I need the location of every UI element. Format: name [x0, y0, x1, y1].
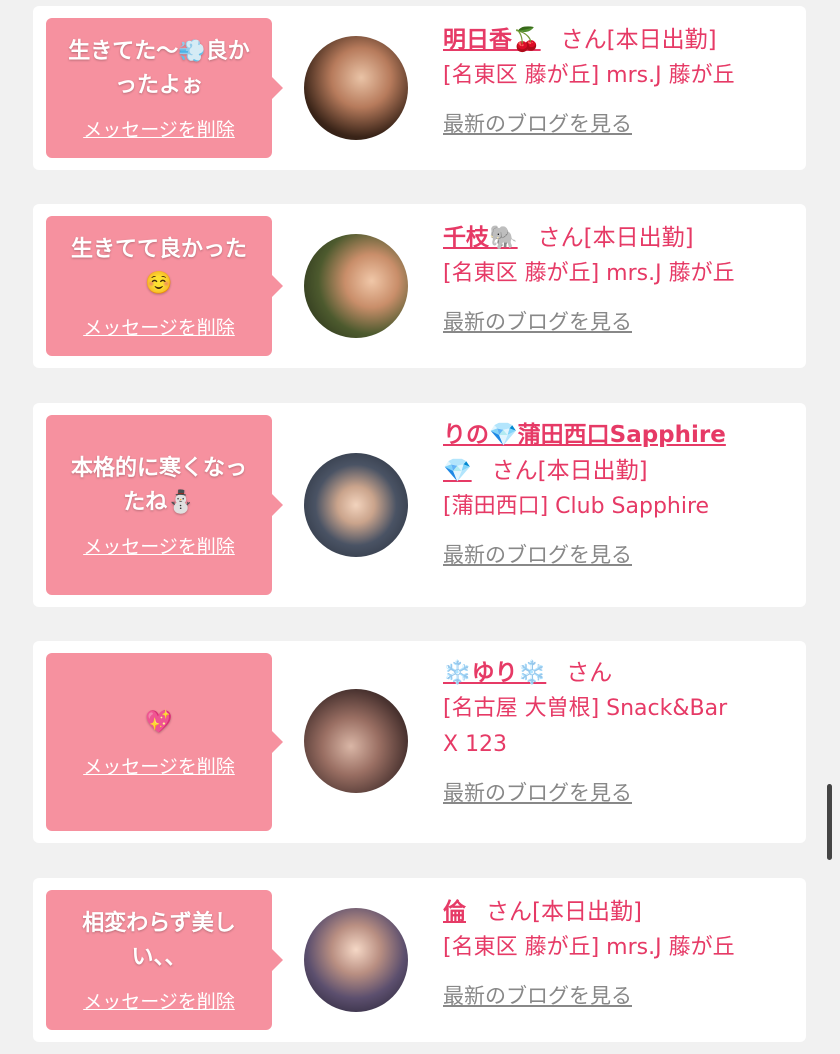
san-suffix: さん: [537, 225, 584, 251]
san-suffix: さん: [560, 27, 607, 53]
san-suffix: さん: [566, 660, 613, 686]
cast-name-link[interactable]: 千枝🐘: [443, 225, 518, 251]
scrollbar[interactable]: [827, 784, 832, 860]
shop-text: [名東区 藤が丘] mrs.J 藤が丘: [443, 935, 735, 960]
message-bubble: 生きてた〜💨良か ったよぉ メッセージを削除: [46, 18, 283, 158]
cast-info: ❄️ゆり❄️ さん [名古屋 大曽根] Snack&Bar X 123 最新のブロ…: [443, 655, 793, 807]
avatar[interactable]: [304, 453, 408, 557]
message-card: 相変わらず美し い、、 メッセージを削除 倫さん[本日出勤] [名東区 藤が丘]…: [33, 878, 806, 1042]
message-text: 💖: [145, 709, 173, 735]
delete-message-link[interactable]: メッセージを削除: [83, 532, 235, 559]
san-suffix: さん: [491, 458, 538, 484]
latest-blog-link[interactable]: 最新のブログを見る: [443, 777, 632, 807]
latest-blog-link[interactable]: 最新のブログを見る: [443, 980, 632, 1010]
message-bubble: 相変わらず美し い、、 メッセージを削除: [46, 890, 283, 1030]
cast-name-link[interactable]: 倫: [443, 899, 466, 925]
message-text: 本格的に寒くなっ たね⛄: [70, 455, 247, 515]
delete-message-link[interactable]: メッセージを削除: [83, 987, 235, 1014]
status-text: [本日出勤]: [532, 899, 642, 925]
message-bubble: 💖 メッセージを削除: [46, 653, 283, 831]
shop-text: [蒲田西口] Club Sapphire: [443, 494, 710, 519]
latest-blog-link[interactable]: 最新のブログを見る: [443, 539, 632, 569]
delete-message-link[interactable]: メッセージを削除: [83, 115, 235, 142]
avatar[interactable]: [304, 908, 408, 1012]
status-text: [本日出勤]: [583, 225, 694, 251]
san-suffix: さん: [486, 899, 532, 925]
shop-text-cont: X 123: [443, 732, 508, 757]
cast-info: りの💎蒲田西口Sapphire 💎 さん[本日出勤] [蒲田西口] Club Sa…: [443, 417, 793, 569]
latest-blog-link[interactable]: 最新のブログを見る: [443, 306, 632, 336]
message-text: 生きてた〜💨良か ったよぉ: [68, 38, 250, 98]
message-card: 💖 メッセージを削除 ❄️ゆり❄️ さん [名古屋 大曽根] Snack&Bar …: [33, 641, 806, 843]
cast-name-link[interactable]: 明日香🍒: [443, 27, 541, 53]
message-bubble: 本格的に寒くなっ たね⛄ メッセージを削除: [46, 415, 283, 595]
message-card: 生きてた〜💨良か ったよぉ メッセージを削除 明日香🍒 さん[本日出勤] [名東区…: [33, 6, 806, 170]
message-bubble: 生きてて良かった ☺️ メッセージを削除: [46, 216, 283, 356]
shop-text: [名東区 藤が丘] mrs.J 藤が丘: [443, 261, 735, 286]
avatar[interactable]: [304, 689, 408, 793]
shop-text: [名東区 藤が丘] mrs.J 藤が丘: [443, 63, 735, 88]
cast-name-link-cont[interactable]: 💎: [443, 458, 472, 484]
latest-blog-link[interactable]: 最新のブログを見る: [443, 108, 632, 138]
status-text: [本日出勤]: [606, 27, 717, 53]
cast-name-link[interactable]: りの💎蒲田西口Sapphire: [443, 422, 726, 448]
shop-text: [名古屋 大曽根] Snack&Bar: [443, 696, 728, 721]
avatar[interactable]: [304, 234, 408, 338]
cast-name-link[interactable]: ❄️ゆり❄️: [443, 660, 546, 686]
status-text: [本日出勤]: [537, 458, 648, 484]
message-text: 相変わらず美し い、、: [82, 910, 236, 970]
cast-info: 明日香🍒 さん[本日出勤] [名東区 藤が丘] mrs.J 藤が丘 最新のブログを…: [443, 22, 793, 138]
delete-message-link[interactable]: メッセージを削除: [83, 752, 235, 779]
cast-info: 千枝🐘 さん[本日出勤] [名東区 藤が丘] mrs.J 藤が丘 最新のブログを見…: [443, 220, 793, 336]
message-card: 本格的に寒くなっ たね⛄ メッセージを削除 りの💎蒲田西口Sapphire 💎 さ…: [33, 403, 806, 607]
avatar[interactable]: [304, 36, 408, 140]
delete-message-link[interactable]: メッセージを削除: [83, 313, 235, 340]
cast-info: 倫さん[本日出勤] [名東区 藤が丘] mrs.J 藤が丘 最新のブログを見る: [443, 894, 793, 1010]
message-text: 生きてて良かった ☺️: [70, 236, 247, 296]
message-card: 生きてて良かった ☺️ メッセージを削除 千枝🐘 さん[本日出勤] [名東区 藤が…: [33, 204, 806, 368]
